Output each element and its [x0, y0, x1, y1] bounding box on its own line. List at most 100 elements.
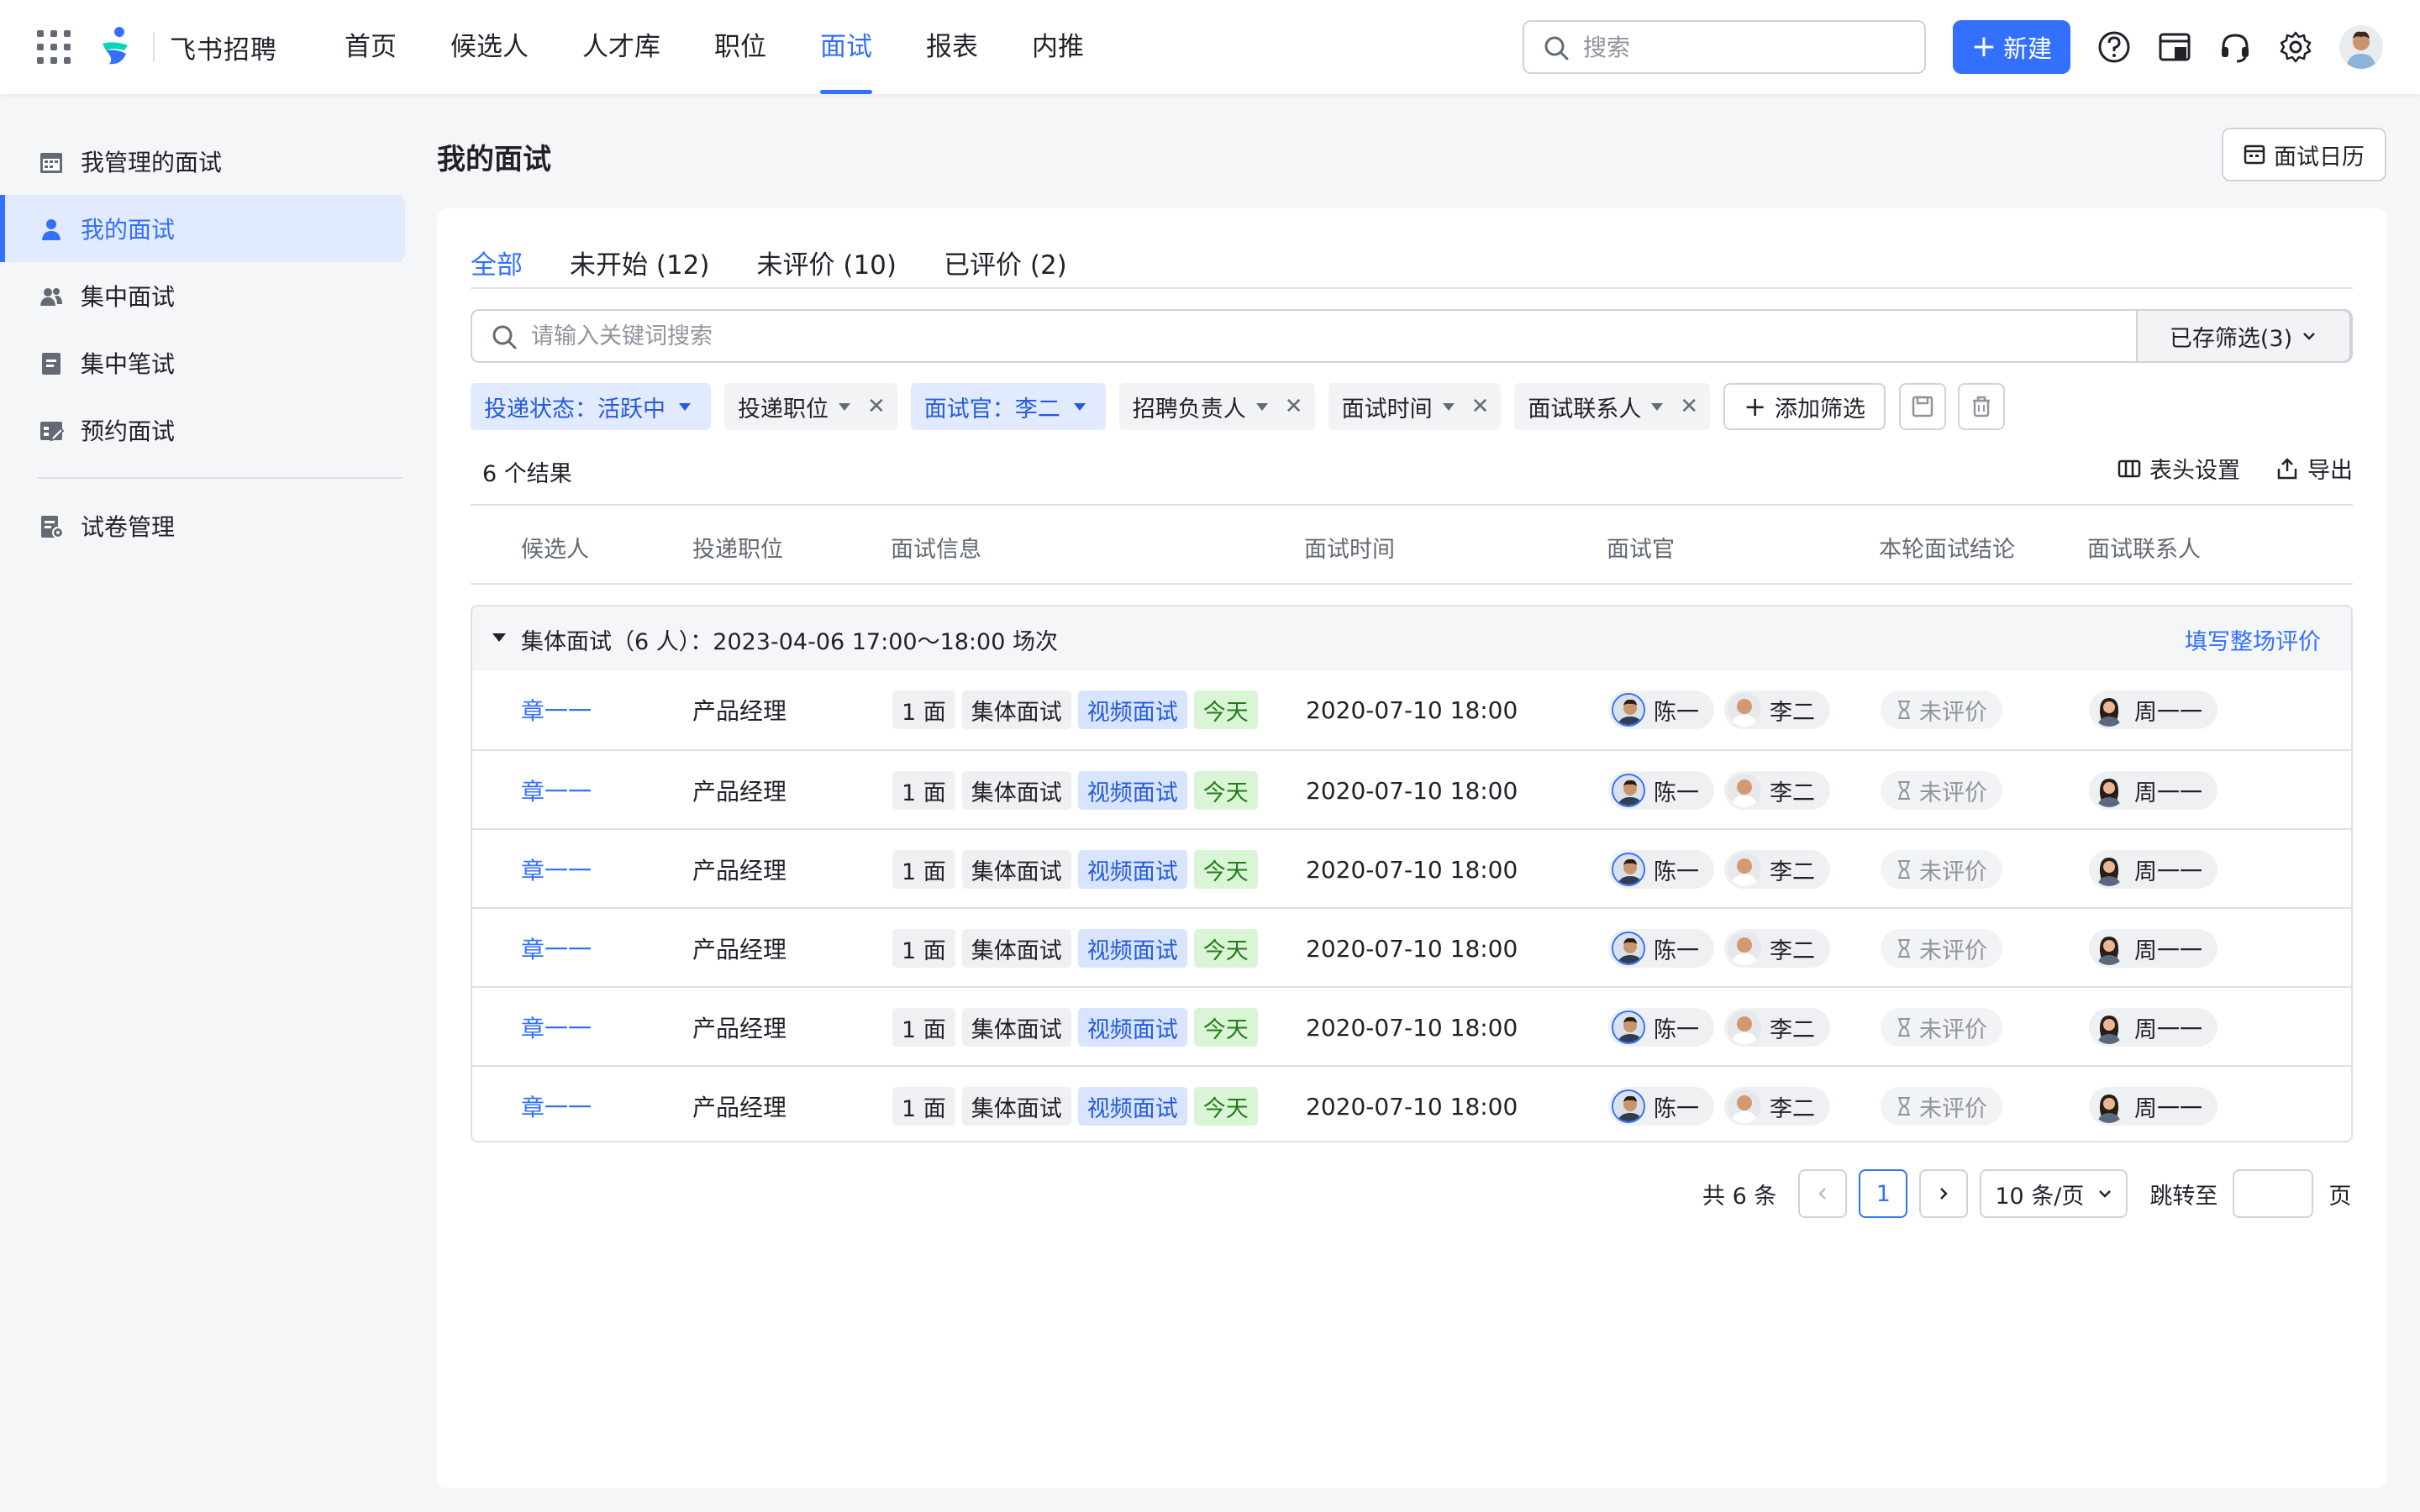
contact-chip[interactable]: 周一一 — [2089, 1008, 2217, 1047]
save-filter-button[interactable] — [1899, 383, 1946, 430]
sidebar-item-book-interviews[interactable]: 预约面试 — [0, 396, 405, 464]
interviewer-chip[interactable]: 陈一 — [1608, 690, 1714, 729]
fill-group-evaluation-link[interactable]: 填写整场评价 — [2185, 623, 2321, 656]
nav-home[interactable]: 首页 — [345, 0, 397, 94]
export-button[interactable]: 导出 — [2275, 452, 2353, 485]
next-page-button[interactable] — [1919, 1169, 1969, 1218]
caret-down-icon — [1651, 402, 1664, 411]
candidate-link[interactable]: 章一一 — [521, 909, 592, 988]
collapse-triangle-icon[interactable] — [492, 633, 506, 642]
global-search[interactable] — [1523, 20, 1926, 74]
close-icon[interactable]: ✕ — [1471, 394, 1490, 419]
filter-chip-contact[interactable]: 面试联系人 ✕ — [1514, 383, 1711, 430]
sidebar-item-group-exams[interactable]: 集中笔试 — [0, 329, 405, 396]
interviewer-chip[interactable]: 李二 — [1724, 1087, 1830, 1126]
interviewer-chip[interactable]: 李二 — [1724, 690, 1830, 729]
new-button[interactable]: + 新建 — [1953, 20, 2070, 74]
caret-down-icon — [679, 402, 691, 411]
app-grid-icon[interactable] — [37, 30, 71, 64]
user-avatar[interactable] — [2339, 25, 2383, 69]
keyword-search[interactable]: 已存筛选(3) — [471, 309, 2353, 363]
table-row[interactable]: 章一一 产品经理 1 面集体面试 视频面试 今天 2020-07-10 18:00 陈一 李二… — [472, 749, 2351, 828]
interview-calendar-button[interactable]: 面试日历 — [2222, 128, 2386, 181]
page-size-select[interactable]: 10 条/页 — [1980, 1169, 2128, 1218]
th-candidate[interactable]: 候选人 — [521, 531, 589, 564]
interviewer-chip[interactable]: 李二 — [1724, 771, 1830, 810]
add-filter-button[interactable]: + 添加筛选 — [1723, 383, 1886, 430]
page-button-current[interactable]: 1 — [1859, 1169, 1908, 1218]
settings-gear-icon[interactable] — [2279, 30, 2312, 64]
column-settings-button[interactable]: 表头设置 — [2118, 452, 2240, 485]
interviewer-chip[interactable]: 陈一 — [1608, 771, 1714, 810]
pagination-total: 共 6 条 — [1702, 1183, 1777, 1210]
th-interviewers[interactable]: 面试官 — [1607, 531, 1675, 564]
interview-time-cell: 2020-07-10 18:00 — [1306, 776, 1518, 805]
interviewer-chip[interactable]: 陈一 — [1608, 929, 1714, 968]
nav-talent-pool[interactable]: 人才库 — [582, 0, 660, 94]
th-interview-info[interactable]: 面试信息 — [891, 531, 981, 564]
close-icon[interactable]: ✕ — [1680, 394, 1698, 419]
contact-chip[interactable]: 周一一 — [2089, 850, 2217, 889]
candidate-link[interactable]: 章一一 — [521, 670, 592, 749]
candidate-link[interactable]: 章一一 — [521, 830, 592, 909]
tab-not-evaluated[interactable]: 未评价 (10) — [757, 232, 897, 312]
global-search-input[interactable] — [1583, 33, 1902, 61]
contact-chip[interactable]: 周一一 — [2089, 929, 2217, 968]
close-icon[interactable]: ✕ — [1285, 394, 1303, 419]
candidate-link[interactable]: 章一一 — [521, 1067, 592, 1141]
contact-cell: 周一一 — [2089, 988, 2228, 1067]
table-row[interactable]: 章一一 产品经理 1 面集体面试 视频面试 今天 2020-07-10 18:00 陈一 李二… — [472, 828, 2351, 907]
th-position[interactable]: 投递职位 — [692, 531, 783, 564]
interviewer-chip[interactable]: 李二 — [1724, 850, 1830, 889]
table-row[interactable]: 章一一 产品经理 1 面集体面试 视频面试 今天 2020-07-10 18:00 陈一 李二… — [472, 907, 2351, 986]
th-contact[interactable]: 面试联系人 — [2087, 531, 2201, 564]
filter-chip-position[interactable]: 投递职位 ✕ — [724, 383, 897, 430]
candidate-link[interactable]: 章一一 — [521, 988, 592, 1067]
sidebar-item-group-interviews[interactable]: 集中面试 — [0, 262, 405, 329]
caret-down-icon — [839, 402, 850, 411]
th-result[interactable]: 本轮面试结论 — [1879, 531, 2015, 564]
table-row[interactable]: 章一一 产品经理 1 面集体面试 视频面试 今天 2020-07-10 18:00 陈一 李二… — [472, 1065, 2351, 1141]
th-interview-time[interactable]: 面试时间 — [1304, 531, 1395, 564]
tab-all[interactable]: 全部 — [471, 232, 523, 321]
tab-evaluated[interactable]: 已评价 (2) — [944, 232, 1067, 312]
headset-icon[interactable] — [2218, 30, 2252, 64]
interviewer-chip[interactable]: 李二 — [1724, 929, 1830, 968]
interviewer-chip[interactable]: 李二 — [1724, 1008, 1830, 1047]
contact-chip[interactable]: 周一一 — [2089, 1087, 2217, 1126]
group-header[interactable]: 集体面试（6 人）：2023-04-06 17:00～18:00 场次 填写整场… — [472, 606, 2351, 670]
sidebar-item-managed-interviews[interactable]: 我管理的面试 — [0, 128, 405, 195]
nav-reports[interactable]: 报表 — [926, 0, 978, 94]
candidate-link[interactable]: 章一一 — [521, 751, 592, 830]
contact-chip[interactable]: 周一一 — [2089, 771, 2217, 810]
nav-interviews[interactable]: 面试 — [820, 0, 872, 94]
sidebar-item-exam-management[interactable]: 试卷管理 — [0, 492, 405, 559]
interviewer-chip[interactable]: 陈一 — [1608, 1008, 1714, 1047]
close-icon[interactable]: ✕ — [867, 394, 886, 419]
clear-filter-button[interactable] — [1958, 383, 2005, 430]
contact-chip[interactable]: 周一一 — [2089, 690, 2217, 729]
jump-page-input[interactable] — [2233, 1169, 2314, 1218]
help-icon[interactable] — [2097, 30, 2131, 64]
table-row[interactable]: 章一一 产品经理 1 面集体面试 视频面试 今天 2020-07-10 18:00 陈一 李二… — [472, 986, 2351, 1065]
interviewer-avatar — [1728, 774, 1761, 807]
filter-chip-application-status[interactable]: 投递状态：活跃中 — [471, 383, 711, 430]
tab-not-started[interactable]: 未开始 (12) — [570, 232, 710, 312]
filter-chip-label: 面试官：李二 — [923, 396, 1060, 423]
nav-jobs[interactable]: 职位 — [714, 0, 766, 94]
interviewer-chip[interactable]: 陈一 — [1608, 1087, 1714, 1126]
interviewer-avatar — [1612, 774, 1645, 807]
sidebar-item-my-interviews[interactable]: 我的面试 — [0, 195, 405, 262]
interviewer-chip[interactable]: 陈一 — [1608, 850, 1714, 889]
nav-referral[interactable]: 内推 — [1032, 0, 1084, 94]
filter-chip-recruiter[interactable]: 招聘负责人 ✕ — [1118, 383, 1315, 430]
filter-chip-interview-time[interactable]: 面试时间 ✕ — [1328, 383, 1502, 430]
nav-candidates[interactable]: 候选人 — [450, 0, 529, 94]
position-cell: 产品经理 — [692, 857, 787, 885]
saved-filters-dropdown[interactable]: 已存筛选(3) — [2136, 309, 2351, 363]
filter-chip-interviewer[interactable]: 面试官：李二 — [910, 383, 1106, 430]
keyword-search-input[interactable] — [531, 323, 2128, 349]
prev-page-button[interactable] — [1798, 1169, 1848, 1218]
table-row[interactable]: 章一一 产品经理 1 面集体面试 视频面试 今天 2020-07-10 18:00 陈一 李二… — [472, 670, 2351, 749]
task-calendar-icon[interactable] — [2158, 30, 2191, 64]
